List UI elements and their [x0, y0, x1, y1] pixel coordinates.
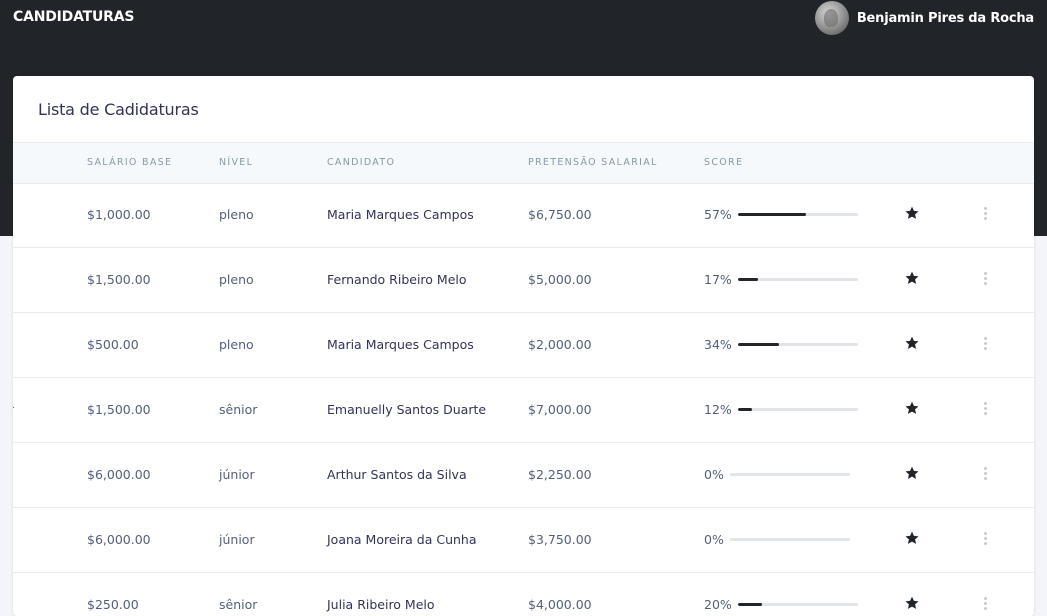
- table-row[interactable]: :$6,000.00júniorJoana Moreira da Cunha$3…: [13, 508, 1034, 573]
- candidate-cell: Fernando Ribeiro Melo: [327, 272, 467, 287]
- star-icon[interactable]: [904, 530, 920, 546]
- score-progress-bar: [738, 343, 858, 346]
- salary-pretension-cell: $7,000.00: [528, 402, 592, 417]
- user-menu[interactable]: Benjamin Pires da Rocha: [815, 0, 1034, 36]
- table-row[interactable]: $1,000.00 pleno Maria Marques Campos $6,750…: [13, 183, 1034, 248]
- score-progress-bar: [738, 213, 858, 216]
- star-icon[interactable]: [904, 335, 920, 351]
- candidate-cell: Maria Marques Campos: [327, 207, 474, 222]
- base-salary-cell: $6,000.00: [87, 532, 151, 547]
- table-row[interactable]: $1,500.00 pleno Fernando Ribeiro Melo $5,00…: [13, 248, 1034, 313]
- score-percent: 34%: [704, 337, 732, 352]
- level-cell: pleno: [219, 337, 254, 352]
- applications-card: Lista de Cadidaturas SALÁRIO BASE NÍVEL …: [13, 76, 1034, 616]
- score-progress-bar: [738, 603, 858, 606]
- table-header: SALÁRIO BASE NÍVEL CANDIDATO PRETENSÃO S…: [13, 142, 1034, 184]
- more-vertical-icon[interactable]: [979, 467, 991, 483]
- candidate-cell: Julia Ribeiro Melo: [327, 597, 435, 612]
- score-progress-bar: [730, 473, 850, 476]
- avatar[interactable]: [815, 1, 849, 35]
- table-row[interactable]: $500.00 pleno Maria Marques Campos $2,000.0…: [13, 313, 1034, 378]
- salary-pretension-cell: $2,000.00: [528, 337, 592, 352]
- base-salary-cell: $1,500.00: [87, 402, 151, 417]
- more-vertical-icon[interactable]: [979, 272, 991, 288]
- base-salary-cell: $1,000.00: [87, 207, 151, 222]
- star-icon[interactable]: [904, 465, 920, 481]
- table-row[interactable]: r $1,500.00 sênior Emanuelly Santos Duarte $…: [13, 378, 1034, 443]
- column-header-level[interactable]: NÍVEL: [219, 157, 253, 168]
- truncated-cell: r: [13, 402, 14, 417]
- level-cell: sênior: [219, 402, 257, 417]
- base-salary-cell: $1,500.00: [87, 272, 151, 287]
- table-row[interactable]: $250.00 sênior Julia Ribeiro Melo $4,000.00…: [13, 573, 1034, 616]
- score-progress-fill: [738, 213, 806, 216]
- score-percent: 17%: [704, 272, 732, 287]
- star-icon[interactable]: [904, 400, 920, 416]
- candidate-cell: Emanuelly Santos Duarte: [327, 402, 486, 417]
- base-salary-cell: $6,000.00: [87, 467, 151, 482]
- more-vertical-icon[interactable]: [979, 337, 991, 353]
- column-header-candidate[interactable]: CANDIDATO: [327, 157, 395, 168]
- candidate-cell: Maria Marques Campos: [327, 337, 474, 352]
- score-progress-bar: [738, 278, 858, 281]
- score-percent: 12%: [704, 402, 732, 417]
- level-cell: pleno: [219, 272, 254, 287]
- star-icon[interactable]: [904, 205, 920, 221]
- score-percent: 0%: [704, 532, 724, 547]
- level-cell: júnior: [219, 532, 255, 547]
- base-salary-cell: $250.00: [87, 597, 139, 612]
- salary-pretension-cell: $6,750.00: [528, 207, 592, 222]
- candidate-cell: Joana Moreira da Cunha: [327, 532, 477, 547]
- more-vertical-icon[interactable]: [979, 532, 991, 548]
- score-progress-fill: [738, 603, 762, 606]
- salary-pretension-cell: $4,000.00: [528, 597, 592, 612]
- score-progress-fill: [738, 343, 779, 346]
- card-title: Lista de Cadidaturas: [38, 100, 199, 119]
- table-row[interactable]: ,$6,000.00júniorArthur Santos da Silva$2…: [13, 443, 1034, 508]
- level-cell: pleno: [219, 207, 254, 222]
- level-cell: júnior: [219, 467, 255, 482]
- more-vertical-icon[interactable]: [979, 597, 991, 613]
- level-cell: sênior: [219, 597, 257, 612]
- base-salary-cell: $500.00: [87, 337, 139, 352]
- salary-pretension-cell: $5,000.00: [528, 272, 592, 287]
- candidate-cell: Arthur Santos da Silva: [327, 467, 467, 482]
- score-percent: 20%: [704, 597, 732, 612]
- column-header-base-salary[interactable]: SALÁRIO BASE: [87, 157, 172, 168]
- column-header-salary-pretension[interactable]: PRETENSÃO SALARIAL: [528, 157, 658, 168]
- score-progress-fill: [738, 408, 752, 411]
- more-vertical-icon[interactable]: [979, 207, 991, 223]
- score-progress-bar: [730, 538, 850, 541]
- star-icon[interactable]: [904, 595, 920, 611]
- user-name[interactable]: Benjamin Pires da Rocha: [857, 11, 1034, 26]
- salary-pretension-cell: $2,250.00: [528, 467, 592, 482]
- app-title: CANDIDATURAS: [13, 9, 134, 25]
- more-vertical-icon[interactable]: [979, 402, 991, 418]
- score-progress-fill: [738, 278, 758, 281]
- score-percent: 57%: [704, 207, 732, 222]
- score-percent: 0%: [704, 467, 724, 482]
- score-progress-bar: [738, 408, 858, 411]
- star-icon[interactable]: [904, 270, 920, 286]
- column-header-score[interactable]: SCORE: [704, 157, 743, 168]
- salary-pretension-cell: $3,750.00: [528, 532, 592, 547]
